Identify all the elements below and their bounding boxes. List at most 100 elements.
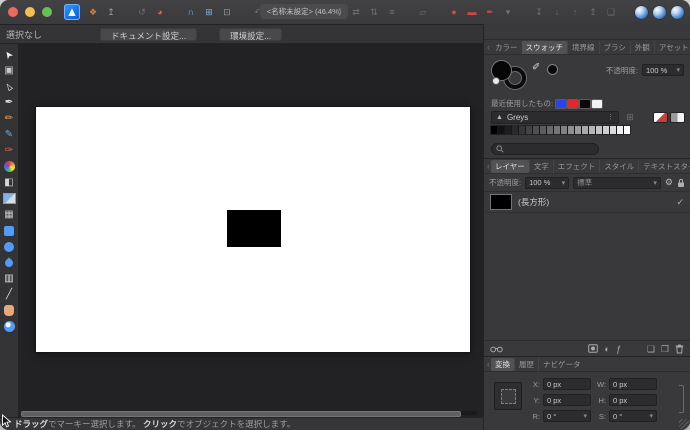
vector-view-button[interactable]	[635, 5, 648, 19]
swatch-search[interactable]	[491, 143, 599, 155]
grey-swatch[interactable]	[505, 126, 511, 134]
chevron-down-icon[interactable]: ▾	[501, 5, 515, 19]
document-setup-button[interactable]: ドキュメント設定...	[100, 27, 198, 41]
preview-glasses-icon[interactable]	[490, 345, 503, 353]
flip-vertical-icon[interactable]: ⇅	[367, 5, 381, 19]
tab-styles[interactable]: スタイル	[599, 159, 638, 173]
paint-brush-tool[interactable]: ✑	[2, 144, 16, 157]
document-page[interactable]	[36, 107, 470, 352]
pixel-persona-icon[interactable]: ❖	[86, 5, 100, 19]
w-input[interactable]: 0 px	[609, 378, 657, 390]
preferences-button[interactable]: 環境設定...	[219, 27, 283, 41]
split-view-button[interactable]	[653, 5, 666, 19]
grey-swatch[interactable]	[589, 126, 595, 134]
style-pen-icon[interactable]: ✒	[483, 5, 497, 19]
canvas-area[interactable]	[19, 44, 483, 417]
layer-opacity-dropdown[interactable]: 100 % ▾	[525, 176, 570, 189]
arrange-front-icon[interactable]: ↥	[586, 5, 600, 19]
ellipse-tool[interactable]	[2, 240, 16, 253]
shear-dropdown[interactable]: 0 ° ▾	[609, 410, 657, 422]
grey-swatch[interactable]	[561, 126, 567, 134]
snap-pixel-icon[interactable]: ⊡	[220, 5, 234, 19]
zoom-tool[interactable]	[2, 320, 16, 333]
grey-swatch[interactable]	[582, 126, 588, 134]
resize-grip[interactable]	[679, 419, 689, 429]
recent-color-swatch[interactable]	[580, 99, 591, 108]
effects-icon[interactable]: ƒ	[616, 344, 621, 354]
pen-tool[interactable]: ✒	[2, 96, 16, 109]
layer-row[interactable]: (長方形) ✓	[484, 192, 690, 213]
panel-collapse-icon[interactable]: ‹	[487, 161, 490, 171]
layer-thumbnail[interactable]	[490, 194, 512, 210]
pencil-tool[interactable]: ✏	[2, 112, 16, 125]
recent-color-swatch[interactable]	[592, 99, 603, 108]
close-button[interactable]	[8, 7, 18, 17]
panel-collapse-icon[interactable]: ‹	[487, 359, 490, 369]
tab-text-styles[interactable]: テキストスタイル	[638, 159, 690, 173]
history-icon[interactable]: ↺	[135, 5, 149, 19]
tab-transform[interactable]: 変換	[491, 357, 514, 371]
layer-visibility-check-icon[interactable]: ✓	[676, 197, 684, 208]
arrange-back-icon[interactable]: ↧	[532, 5, 546, 19]
artboard-tool[interactable]: ▣	[2, 64, 16, 77]
tab-assets[interactable]: アセット	[653, 40, 690, 54]
grey-swatch[interactable]	[575, 126, 581, 134]
grey-swatch[interactable]	[533, 126, 539, 134]
tab-layers[interactable]: レイヤー	[491, 159, 529, 173]
tab-swatches[interactable]: スウォッチ	[521, 40, 567, 54]
grey-swatch[interactable]	[498, 126, 504, 134]
transform-mode-icon[interactable]: ▱	[416, 5, 430, 19]
stroke-swatch-chip[interactable]	[671, 112, 684, 122]
tab-brushes[interactable]: ブラシ	[598, 40, 630, 54]
grey-swatch[interactable]	[568, 126, 574, 134]
group-icon[interactable]: ❏	[604, 5, 618, 19]
h-input[interactable]: 0 px	[609, 394, 657, 406]
tab-navigator[interactable]: ナビゲータ	[538, 357, 585, 371]
fill-tool[interactable]	[2, 256, 16, 269]
pixel-view-button[interactable]	[671, 5, 684, 19]
crop-tool[interactable]: ▦	[2, 208, 16, 221]
opacity-dropdown[interactable]: 100 % ▾	[642, 64, 684, 76]
node-tool[interactable]: ▻	[2, 80, 16, 93]
assets-icon[interactable]: ◕	[153, 5, 167, 19]
mask-icon[interactable]	[588, 344, 599, 353]
swatch-search-input[interactable]	[507, 143, 594, 155]
eyedropper-tool[interactable]: ╱	[2, 288, 16, 301]
rectangle-object[interactable]	[227, 210, 281, 247]
grey-swatch[interactable]	[617, 126, 623, 134]
grey-swatch[interactable]	[540, 126, 546, 134]
grey-swatch[interactable]	[512, 126, 518, 134]
snapping-icon[interactable]: ∩	[184, 5, 198, 19]
panel-collapse-icon[interactable]: ‹	[487, 42, 490, 52]
grey-swatch[interactable]	[491, 126, 497, 134]
rotation-dropdown[interactable]: 0 ° ▾	[543, 410, 591, 422]
tab-effects[interactable]: エフェクト	[552, 159, 600, 173]
arrange-forward-icon[interactable]: ↑	[568, 5, 582, 19]
export-persona-icon[interactable]: ↥	[104, 5, 118, 19]
fill-color-icon[interactable]: ●	[447, 5, 461, 19]
arrange-backward-icon[interactable]: ↓	[550, 5, 564, 19]
recent-color-swatch[interactable]	[568, 99, 579, 108]
align-icon[interactable]: ≡	[385, 5, 399, 19]
tab-character[interactable]: 文字	[528, 159, 553, 173]
flip-horizontal-icon[interactable]: ⇄	[349, 5, 363, 19]
anchor-point-selector[interactable]	[494, 382, 522, 410]
adjustment-icon[interactable]: ◐	[604, 344, 609, 354]
tab-stroke[interactable]: 境界線	[567, 40, 599, 54]
eyedropper-icon[interactable]: ✐	[532, 62, 540, 73]
tab-color[interactable]: カラー	[491, 41, 522, 54]
delete-layer-icon[interactable]	[675, 344, 684, 354]
palette-view-icon[interactable]: ⊞	[623, 110, 637, 124]
palette-select[interactable]: ▲ Greys ⋮	[491, 110, 619, 124]
designer-persona-icon[interactable]	[64, 4, 80, 20]
move-tool[interactable]: ➤	[2, 48, 16, 61]
grey-swatch[interactable]	[526, 126, 532, 134]
horizontal-scrollbar[interactable]	[21, 411, 477, 417]
fill-swatch-chip[interactable]	[654, 112, 667, 122]
stroke-style-icon[interactable]: ▬	[465, 5, 479, 19]
y-input[interactable]: 0 px	[543, 394, 591, 406]
zoom-button[interactable]	[42, 7, 52, 17]
tab-appearance[interactable]: 外観	[629, 40, 654, 54]
add-layer-icon[interactable]: ❏	[647, 344, 655, 354]
blend-mode-dropdown[interactable]: 標準 ▾	[573, 176, 661, 189]
